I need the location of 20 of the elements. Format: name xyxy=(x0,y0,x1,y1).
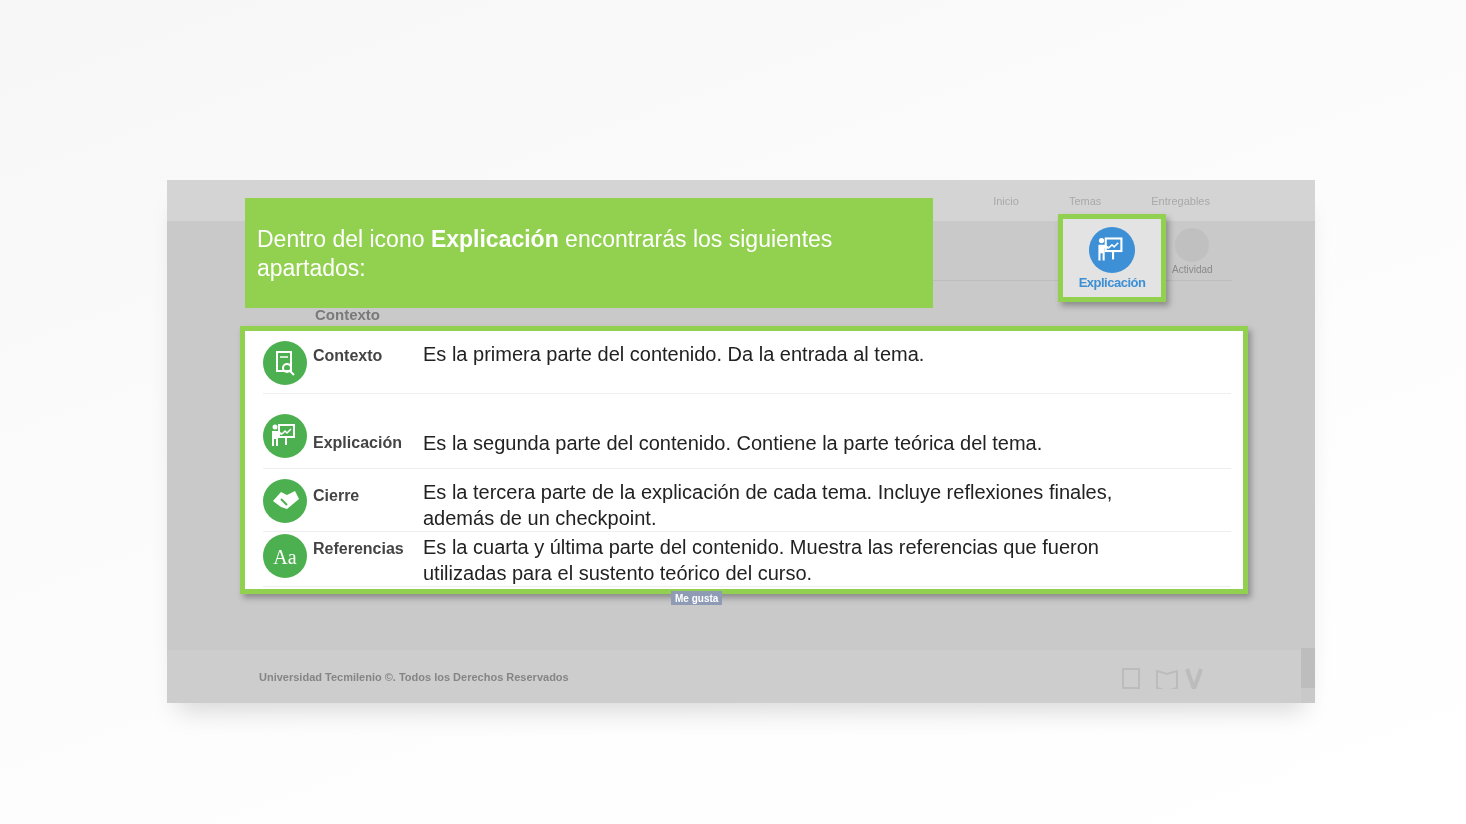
section-icon xyxy=(263,414,307,458)
section-title: Cierre xyxy=(313,486,361,505)
section-title: Contexto xyxy=(315,306,380,323)
footer-text: Universidad Tecmilenio ©. Todos los Derechos Reservados xyxy=(259,670,570,683)
section-icon xyxy=(263,479,307,523)
section-description: Es la cuarta y última parte del contenido. Muestra las referencias que fueron utilizadas para el sustento teórico del curso. xyxy=(423,535,1100,586)
section-title: Contexto xyxy=(313,346,384,365)
callout-text: Dentro del icono Explicación encontrarás los siguientes apartados: xyxy=(245,198,933,308)
explanation-tile[interactable]: Explicación xyxy=(1058,214,1166,302)
section-icon xyxy=(263,341,307,385)
teacher-icon xyxy=(1089,226,1135,273)
like-button[interactable]: Me gusta xyxy=(671,591,723,605)
section-title: Explicación xyxy=(313,433,403,452)
section-title: Referencias xyxy=(313,539,405,558)
section-description: Es la tercera parte de la explicación de cada tema. Incluye reflexiones finales, además de un checkpoint. xyxy=(423,480,1114,531)
section-description: Es la segunda parte del contenido. Contiene la parte teórica del tema. xyxy=(423,431,1044,456)
tile-label: Actividad xyxy=(1172,264,1213,275)
section-icon: Aa xyxy=(263,534,307,578)
scrollbar[interactable] xyxy=(1301,648,1315,688)
section-description: Es la primera parte del contenido. Da la entrada al tema. xyxy=(423,342,926,367)
